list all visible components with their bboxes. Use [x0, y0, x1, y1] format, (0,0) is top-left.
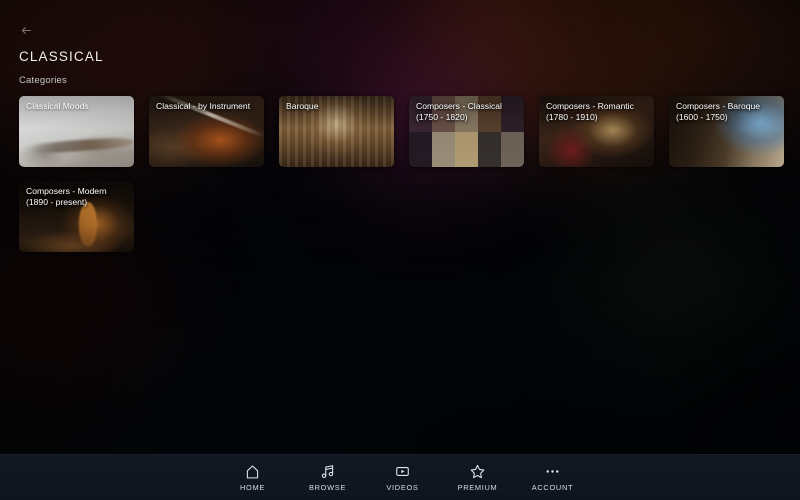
star-icon — [469, 463, 486, 480]
nav-item-account[interactable]: ACCOUNT — [515, 463, 590, 492]
nav-item-label: VIDEOS — [386, 483, 419, 492]
video-play-icon — [394, 463, 411, 480]
home-icon — [244, 463, 261, 480]
category-tile-label: Composers - Classical (1750 - 1820) — [416, 101, 502, 122]
category-tile-label: Baroque — [286, 101, 319, 111]
category-tile-label: Composers - Romantic (1780 - 1910) — [546, 101, 634, 122]
category-row: Classical Moods Classical - by Instrument… — [19, 96, 785, 167]
back-button[interactable] — [14, 22, 38, 44]
category-tile[interactable]: Classical Moods — [19, 96, 134, 167]
category-tile[interactable]: Composers - Modern (1890 - present) — [19, 181, 134, 252]
nav-item-premium[interactable]: PREMIUM — [440, 463, 515, 492]
category-tile[interactable]: Composers - Baroque (1600 - 1750) — [669, 96, 784, 167]
nav-item-label: ACCOUNT — [531, 483, 574, 492]
arrow-left-icon — [20, 24, 33, 42]
category-tile[interactable]: Composers - Classical (1750 - 1820) — [409, 96, 524, 167]
app-root: CLASSICAL Categories Classical Moods Clas… — [0, 0, 800, 500]
more-dots-icon — [544, 463, 561, 480]
nav-item-browse[interactable]: BROWSE — [290, 463, 365, 492]
nav-item-label: HOME — [240, 483, 265, 492]
category-tile[interactable]: Composers - Romantic (1780 - 1910) — [539, 96, 654, 167]
category-tile[interactable]: Classical - by Instrument — [149, 96, 264, 167]
category-tile-label: Classical - by Instrument — [156, 101, 251, 111]
nav-item-home[interactable]: HOME — [215, 463, 290, 492]
category-tile[interactable]: Baroque — [279, 96, 394, 167]
category-tile-label: Composers - Modern (1890 - present) — [26, 186, 107, 207]
nav-item-label: BROWSE — [308, 483, 347, 492]
category-row: Composers - Modern (1890 - present) — [19, 181, 785, 252]
section-label-categories: Categories — [19, 75, 67, 86]
category-tile-label: Composers - Baroque (1600 - 1750) — [676, 101, 761, 122]
nav-item-videos[interactable]: VIDEOS — [365, 463, 440, 492]
bottom-navigation-bar: HOME BROWSE VIDEOS PREMIUM ACCOUNT — [0, 454, 800, 500]
music-note-icon — [319, 463, 336, 480]
category-grid: Classical Moods Classical - by Instrument… — [19, 96, 785, 266]
category-tile-label: Classical Moods — [26, 101, 89, 111]
page-title: CLASSICAL — [19, 49, 104, 64]
nav-item-label: PREMIUM — [457, 483, 498, 492]
